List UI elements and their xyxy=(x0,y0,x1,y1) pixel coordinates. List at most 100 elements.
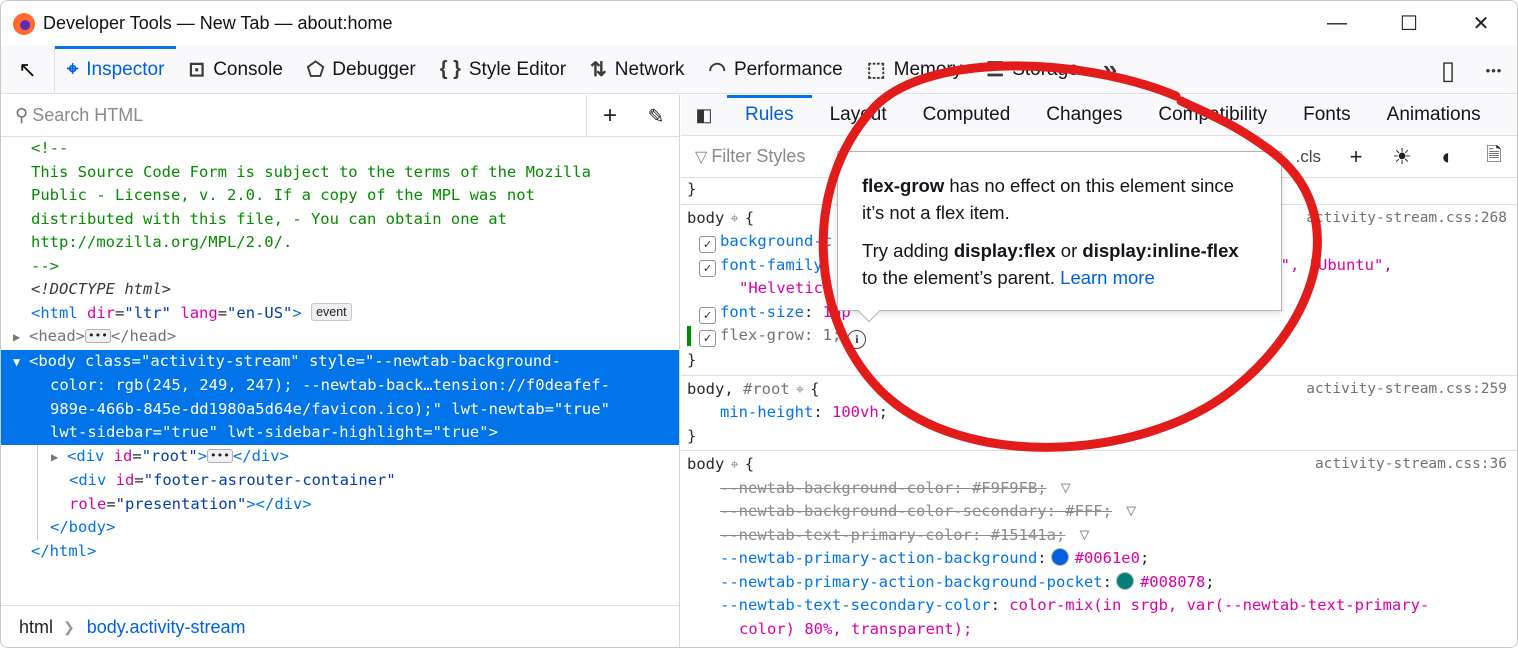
rule-source-link[interactable]: activity-stream.css:259 xyxy=(1306,378,1507,402)
property-name[interactable]: font-size xyxy=(720,303,804,321)
filter-funnel-icon[interactable]: ▽ xyxy=(1079,524,1089,548)
search-html-input[interactable] xyxy=(32,105,573,126)
declaration-checkbox[interactable]: ✓ xyxy=(699,259,716,277)
property-value[interactable]: #008078 xyxy=(1140,573,1205,591)
eyedropper-button[interactable]: ✎ xyxy=(633,95,679,137)
tab-computed[interactable]: Computed xyxy=(905,95,1029,136)
property-name[interactable]: --newtab-text-secondary-color xyxy=(720,596,991,614)
tab-console[interactable]: ⊡ Console xyxy=(176,46,294,94)
tab-memory[interactable]: ⬚ Memory xyxy=(855,46,975,94)
property-value[interactable]: #0061e0 xyxy=(1075,549,1140,567)
declaration-checkbox[interactable]: ✓ xyxy=(699,236,716,253)
event-badge[interactable]: event xyxy=(311,302,352,321)
add-node-button[interactable]: + xyxy=(587,95,633,137)
crosshair-icon[interactable]: ⌖ xyxy=(796,378,804,402)
collapsed-children-badge[interactable]: ••• xyxy=(85,329,111,343)
toggle-pane-button[interactable]: ◧ xyxy=(681,95,727,136)
tab-style-editor[interactable]: { } Style Editor xyxy=(428,46,578,94)
learn-more-link[interactable]: Learn more xyxy=(1060,267,1155,288)
markup-comment-close: --> xyxy=(31,256,59,275)
declaration-overridden: --newtab-text-primary-color: #15141a; ▽ xyxy=(687,524,1509,548)
split-pane-icon: ◧ xyxy=(695,104,713,125)
tooltip-code: display:flex xyxy=(953,240,1056,261)
maximize-button[interactable]: ☐ xyxy=(1373,1,1445,46)
property-name[interactable]: --newtab-background-color-secondary xyxy=(720,502,1047,520)
markup-pane: ⚲ + ✎ <!-- This Source Code Form is subj… xyxy=(1,95,680,647)
property-name[interactable]: flex-grow xyxy=(720,326,804,344)
property-name[interactable]: --newtab-primary-action-background xyxy=(720,549,1037,567)
filter-funnel-icon[interactable]: ▽ xyxy=(1061,477,1071,501)
more-tools-button[interactable]: » xyxy=(1091,46,1137,94)
tab-fonts[interactable]: Fonts xyxy=(1285,95,1369,136)
collapsed-children-badge[interactable]: ••• xyxy=(207,448,233,463)
color-swatch[interactable] xyxy=(1050,548,1069,566)
property-value[interactable]: #15141a xyxy=(991,526,1056,544)
rule-selector[interactable]: body, xyxy=(687,380,734,398)
class-toggle-button[interactable]: .cls xyxy=(1296,147,1322,167)
light-color-scheme-button[interactable]: ☀ xyxy=(1379,136,1425,178)
markup-comment-open[interactable]: <!-- xyxy=(1,137,679,161)
add-rule-button[interactable]: + xyxy=(1333,136,1379,178)
window-title: Developer Tools — New Tab — about:home xyxy=(43,13,393,33)
property-value[interactable]: 100vh xyxy=(832,403,879,421)
property-name[interactable]: --newtab-background-color xyxy=(720,479,953,497)
tab-performance[interactable]: ◠ Performance xyxy=(696,46,854,94)
tab-debugger[interactable]: ⬠ Debugger xyxy=(295,46,428,94)
responsive-design-button[interactable]: ▯ xyxy=(1425,46,1471,94)
tab-rules[interactable]: Rules xyxy=(727,94,812,136)
toolbox-menu-button[interactable]: ••• xyxy=(1471,46,1517,94)
rule-selector-unmatched[interactable]: #root xyxy=(743,380,790,398)
property-value[interactable]: "Helvetica xyxy=(739,279,832,297)
property-name[interactable]: --newtab-text-primary-color xyxy=(720,526,972,544)
markup-node-footer-div[interactable]: <div id="footer-asrouter-container" xyxy=(38,469,679,493)
print-simulation-button[interactable]: 🗎 xyxy=(1471,136,1517,178)
close-button[interactable]: ✕ xyxy=(1445,1,1517,46)
tab-network[interactable]: ⇅ Network xyxy=(578,46,696,94)
collapse-twisty-icon[interactable]: ▼ xyxy=(13,351,29,375)
property-value[interactable]: color-mix(in srgb, var(--newtab-text-pri… xyxy=(1009,596,1429,614)
declaration-checkbox[interactable]: ✓ xyxy=(699,330,716,347)
breadcrumb: html ❯ body.activity-stream xyxy=(1,605,679,647)
property-name[interactable]: font-family xyxy=(720,256,823,274)
rule-selector[interactable]: body xyxy=(687,455,724,473)
crosshair-icon[interactable]: ⌖ xyxy=(730,453,738,477)
property-value[interactable]: #F9F9FB xyxy=(972,479,1037,497)
tab-layout[interactable]: Layout xyxy=(812,95,905,136)
markup-node-root-div[interactable]: ▶ <div id="root"> ••• </div> xyxy=(38,445,679,470)
markup-node-body-selected[interactable]: ▼ <body class="activity-stream" style="--… xyxy=(1,349,679,445)
color-swatch[interactable] xyxy=(1115,571,1134,590)
tab-inspector[interactable]: ⌖ Inspector xyxy=(55,45,177,94)
property-name[interactable]: min-height xyxy=(720,403,813,421)
property-name[interactable]: background-c xyxy=(720,232,832,250)
tab-changes[interactable]: Changes xyxy=(1028,95,1140,136)
filter-funnel-icon[interactable]: ▽ xyxy=(1126,500,1136,524)
property-value[interactable]: #FFF xyxy=(1065,502,1102,520)
rule-source-link[interactable]: activity-stream.css:36 xyxy=(1315,453,1507,477)
property-value[interactable]: color) 80%, transparent); xyxy=(739,620,972,638)
markup-node-html[interactable]: <html dir="ltr" lang="en-US"> event xyxy=(1,302,679,326)
markup-node-html-close[interactable]: </html> xyxy=(1,540,679,564)
property-value[interactable]: 1 xyxy=(823,326,832,344)
rule-selector[interactable]: body xyxy=(687,209,724,227)
property-name[interactable]: --newtab-primary-action-background-pocke… xyxy=(720,573,1103,591)
sun-icon: ☀ xyxy=(1392,144,1412,169)
markup-node-head[interactable]: ▶ <head> ••• </head> xyxy=(1,325,679,350)
minimize-button[interactable]: — xyxy=(1301,1,1373,46)
info-icon[interactable]: i xyxy=(847,330,867,349)
tab-storage[interactable]: ☰ Storage xyxy=(974,46,1090,94)
markup-node-body-close[interactable]: </body> xyxy=(38,516,679,540)
crosshair-icon[interactable]: ⌖ xyxy=(730,207,738,231)
tab-animations[interactable]: Animations xyxy=(1369,95,1499,136)
tooltip-property: flex-grow xyxy=(862,175,945,196)
tab-compatibility[interactable]: Compatibility xyxy=(1140,95,1285,136)
rule-source-link[interactable]: activity-stream.css:268 xyxy=(1306,207,1507,231)
declaration-checkbox[interactable]: ✓ xyxy=(699,306,716,324)
element-picker-button[interactable]: ↖ xyxy=(1,45,55,94)
markup-doctype[interactable]: <!DOCTYPE html> xyxy=(1,278,679,302)
expand-twisty-icon[interactable]: ▶ xyxy=(51,446,67,470)
breadcrumb-item-body[interactable]: body.activity-stream xyxy=(75,617,246,638)
dark-color-scheme-button[interactable]: ◐ xyxy=(1425,136,1471,178)
sidebar-tabs: ◧ Rules Layout Computed Changes Compatib… xyxy=(681,94,1517,136)
expand-twisty-icon[interactable]: ▶ xyxy=(13,326,29,350)
breadcrumb-item-html[interactable]: html xyxy=(1,617,53,638)
